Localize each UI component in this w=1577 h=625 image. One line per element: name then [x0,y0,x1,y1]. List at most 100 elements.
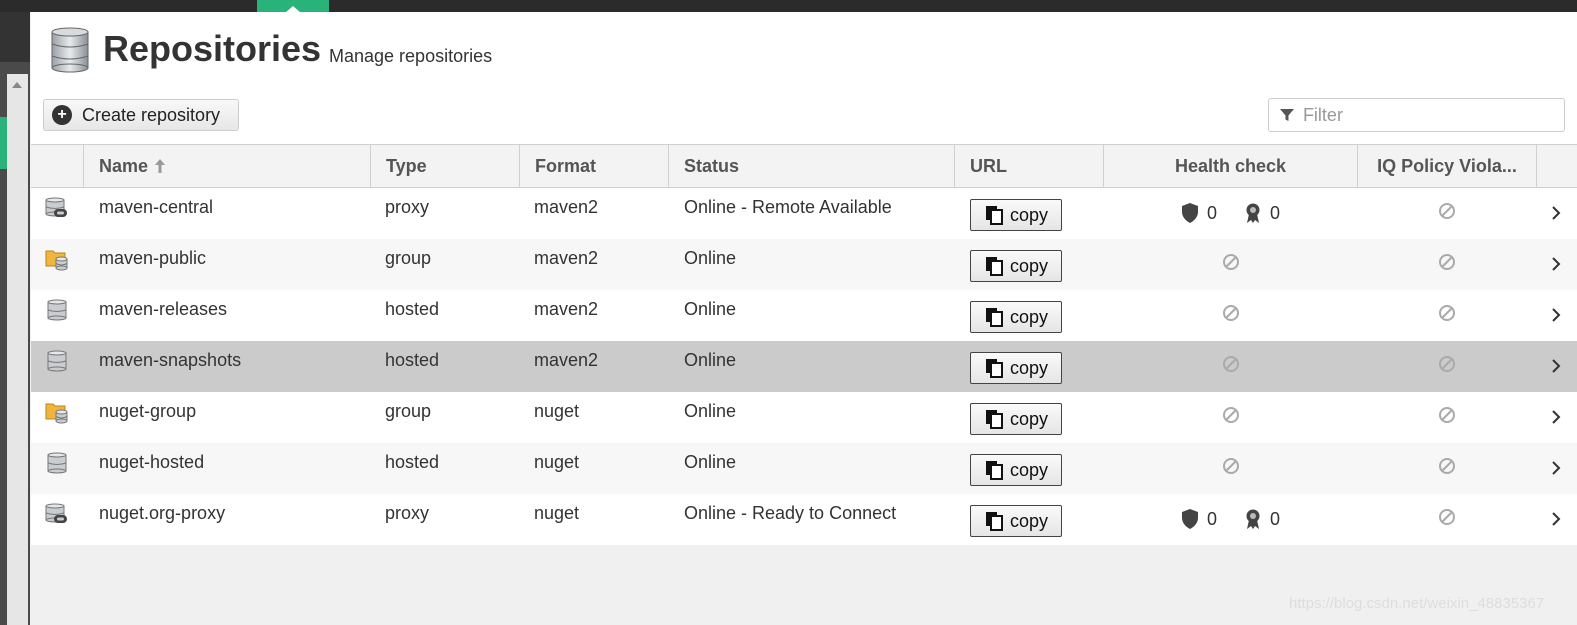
repository-type: hosted [385,299,440,319]
type-column-header[interactable]: Type [371,145,520,187]
repository-status: Online - Ready to Connect [684,503,897,523]
iq-header-label: IQ Policy Viola... [1377,155,1517,176]
group-repository-icon [45,403,68,423]
repository-status: Online [684,350,737,370]
group-repository-icon [45,250,68,270]
iq-policy-disabled-icon [1439,254,1455,270]
copy-url-button[interactable]: copy [970,505,1062,537]
license-count-value: 0 [1270,508,1281,529]
health-header-label: Health check [1174,155,1287,176]
chevron-right-icon[interactable] [1549,204,1563,222]
repository-format: nuget [534,452,580,472]
iq-policy-disabled-icon [1439,356,1455,372]
copy-icon [985,257,1003,276]
create-repository-button[interactable]: + Create repository [43,99,239,131]
hosted-repository-icon [47,299,67,320]
create-repository-label: Create repository [82,104,221,125]
repository-name: nuget.org-proxy [99,503,226,523]
repository-name: nuget-hosted [99,452,205,472]
table-row[interactable]: nuget-hosted hosted nuget Online copy [31,443,1577,494]
security-count-value: 0 [1207,508,1218,529]
repository-name: nuget-group [99,401,197,421]
chevron-right-icon[interactable] [1549,255,1563,273]
health-license-count[interactable]: 0 [1244,202,1280,224]
table-row[interactable]: maven-central proxy maven2 Online - Remote … [31,188,1577,239]
health-security-count[interactable]: 0 [1181,508,1217,530]
repository-type: hosted [385,350,440,370]
filter-input[interactable] [1300,103,1564,127]
table-row[interactable]: nuget-group group nuget Online copy [31,392,1577,443]
shield-icon [1182,509,1198,529]
copy-url-button[interactable]: copy [970,250,1062,282]
table-row[interactable]: nuget.org-proxy proxy nuget Online - Ready … [31,494,1577,545]
repository-name: maven-releases [99,299,228,319]
repository-type-icon-cell [45,182,69,233]
top-nav-bar [0,0,1577,13]
health-check-disabled-icon [1223,254,1239,270]
name-header-label: Name [99,155,149,176]
chevron-right-icon[interactable] [1549,408,1563,426]
format-column-header[interactable]: Format [520,145,669,187]
table-row[interactable]: maven-public group maven2 Online copy [31,239,1577,290]
health-security-count[interactable]: 0 [1181,202,1217,224]
health-check-column-header[interactable]: Health check [1104,145,1358,187]
iq-policy-column-header[interactable]: IQ Policy Viola... [1358,145,1537,187]
hosted-repository-icon [47,350,67,371]
table-row[interactable]: maven-snapshots hosted maven2 Online copy [31,341,1577,392]
filter-box[interactable] [1268,98,1565,132]
chevron-right-icon[interactable] [1549,357,1563,375]
shield-icon [1182,203,1198,223]
iq-policy-disabled-icon [1439,509,1455,525]
repository-type-icon-cell [45,386,69,437]
repository-format: nuget [534,401,580,421]
repository-status: Online - Remote Available [684,197,892,217]
repository-type-icon-cell [45,437,69,488]
copy-url-button[interactable]: copy [970,199,1062,231]
chevron-right-icon[interactable] [1549,459,1563,477]
filter-funnel-icon [1279,109,1294,121]
repository-status: Online [684,452,737,472]
repository-format: maven2 [534,350,599,370]
copy-url-button[interactable]: copy [970,301,1062,333]
copy-url-button[interactable]: copy [970,454,1062,486]
page-header: Repositories Manage repositories + Creat… [31,12,1577,144]
sidebar-selected-indicator [0,117,7,169]
proxy-repository-icon [45,503,67,523]
iq-policy-disabled-icon [1439,458,1455,474]
award-ribbon-icon [1246,509,1260,529]
chevron-right-icon[interactable] [1549,510,1563,528]
status-column-header[interactable]: Status [669,145,955,187]
repository-type-icon-cell [45,233,69,284]
main-panel: Repositories Manage repositories + Creat… [31,12,1577,625]
url-header-label: URL [970,155,1007,176]
copy-button-label: copy [1009,459,1049,480]
table-row[interactable]: maven-releases hosted maven2 Online copy [31,290,1577,341]
repository-status: Online [684,401,737,421]
name-column-header[interactable]: Name [84,145,371,187]
active-nav-tab[interactable] [257,0,329,13]
type-header-label: Type [386,155,427,176]
plus-circle-icon: + [52,105,72,125]
repository-format: maven2 [534,197,599,217]
format-header-label: Format [535,155,597,176]
repository-type-icon-cell [45,284,69,335]
repository-name: maven-central [99,197,214,217]
copy-button-label: copy [1009,255,1049,276]
iq-policy-disabled-icon [1439,305,1455,321]
award-ribbon-icon [1246,203,1260,223]
repository-type-icon-cell [45,488,69,539]
copy-button-label: copy [1009,510,1049,531]
watermark: https://blog.csdn.net/weixin_48835367 [1289,595,1545,612]
health-license-count[interactable]: 0 [1244,508,1280,530]
copy-button-label: copy [1009,357,1049,378]
url-column-header[interactable]: URL [955,145,1104,187]
copy-url-button[interactable]: copy [970,403,1062,435]
copy-icon [985,206,1003,225]
repository-format: maven2 [534,248,599,268]
chevron-right-icon[interactable] [1549,306,1563,324]
scroll-up-arrow-icon[interactable] [12,82,22,88]
copy-button-label: copy [1009,204,1049,225]
copy-url-button[interactable]: copy [970,352,1062,384]
sidebar-scrollbar[interactable] [7,74,28,625]
database-icon [51,27,89,73]
